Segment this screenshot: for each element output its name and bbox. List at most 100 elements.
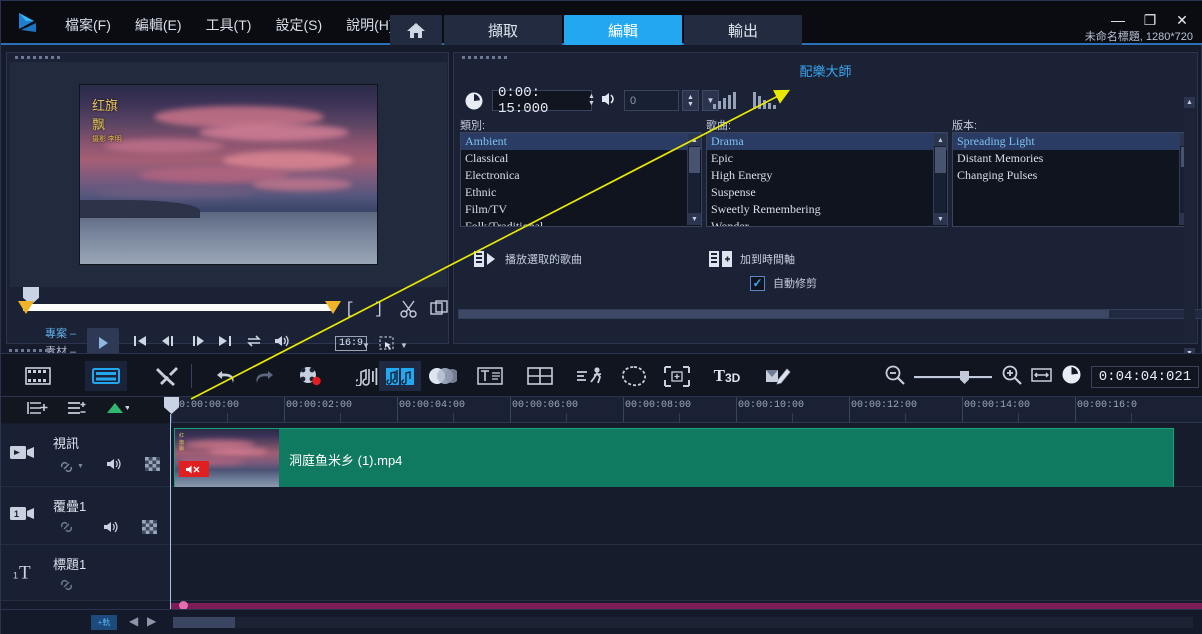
scrollbar-thumb[interactable] (935, 147, 946, 173)
list-item[interactable]: Film/TV (461, 201, 701, 218)
media-panel-grip[interactable] (462, 56, 507, 59)
list-item[interactable]: Classical (461, 150, 701, 167)
zoom-in-button[interactable] (1001, 364, 1022, 390)
trim-out-marker[interactable] (325, 301, 341, 314)
scroll-right-button[interactable]: ▶ (147, 614, 156, 628)
track-header[interactable]: 1 T 標題1 (1, 545, 171, 600)
track-body[interactable] (171, 545, 1202, 600)
tools-button[interactable] (146, 361, 188, 391)
preview-stage[interactable]: 红旗 飘 摄影 李明 (10, 62, 447, 287)
transitions-button[interactable] (421, 361, 463, 391)
fade-out-icon[interactable] (752, 91, 778, 114)
add-remove-track-button[interactable] (67, 400, 87, 421)
volume-field[interactable]: 0 (624, 90, 679, 111)
multi-trim-button[interactable] (519, 361, 561, 391)
region-chevron-down-icon[interactable]: ▼ (400, 341, 408, 350)
menu-edit[interactable]: 編輯(E) (126, 13, 191, 37)
media-panel-vertical-scrollbar[interactable]: ▲ ▼ (1184, 97, 1195, 359)
project-duration-clock-button[interactable] (1061, 364, 1082, 390)
record-capture-button[interactable] (289, 361, 331, 391)
list-item[interactable]: Epic (707, 150, 947, 167)
play-selected-song-button[interactable]: 播放選取的歌曲 (474, 249, 582, 269)
tab-capture[interactable]: 擷取 (444, 15, 562, 45)
toolbar-grip[interactable] (9, 349, 54, 352)
list-item[interactable]: Distant Memories (953, 150, 1193, 167)
song-listbox[interactable]: Drama Epic High Energy Suspense Sweetly … (706, 132, 948, 227)
preview-panel-grip[interactable] (15, 56, 60, 59)
tab-home[interactable] (390, 15, 442, 45)
timeline-view-button[interactable] (85, 361, 127, 391)
list-item[interactable]: Ambient (461, 133, 701, 150)
link-icon[interactable] (59, 520, 74, 539)
media-horizontal-scrollbar[interactable] (458, 309, 1202, 319)
track-header[interactable]: 1 覆疊1 (1, 487, 171, 544)
list-item[interactable]: Suspense (707, 184, 947, 201)
list-item[interactable]: Drama (707, 133, 947, 150)
track-header[interactable]: 視訊 ▼ (1, 424, 171, 486)
scroll-up-icon[interactable]: ▲ (934, 134, 947, 146)
music-master-button[interactable] (379, 361, 421, 391)
track-volume-icon[interactable] (106, 457, 123, 476)
mark-out-button[interactable]: ] (374, 300, 384, 318)
media-volume-icon[interactable] (600, 90, 618, 113)
preview-trim-bar[interactable] (23, 304, 333, 311)
song-scrollbar[interactable]: ▲ ▼ (933, 134, 947, 225)
aspect-chevron-down-icon[interactable]: ▼ (362, 341, 370, 350)
paint-creator-button[interactable] (757, 361, 799, 391)
menu-tools[interactable]: 工具(T) (197, 13, 261, 37)
motion-tracking-button[interactable] (569, 361, 611, 391)
link-icon[interactable]: ▼ (59, 460, 84, 474)
menu-file[interactable]: 檔案(F) (56, 13, 120, 37)
zoom-slider-knob[interactable] (960, 371, 969, 384)
timeline-ruler[interactable]: 00:00:00:00 00:00:02:00 00:00:04:00 00:0… (171, 397, 1202, 423)
timeline-clip[interactable]: 红旗飘 洞庭鱼米乡 (1).mp4 (174, 428, 1174, 490)
track-manager-button[interactable] (27, 400, 49, 421)
preview-tab-project[interactable]: 專案 – (45, 325, 76, 341)
snapshot-icon[interactable] (429, 299, 449, 324)
mask-creator-button[interactable] (613, 361, 655, 391)
volume-stepper[interactable]: ▲ ▼ (682, 90, 699, 111)
list-item[interactable]: Wonder (707, 218, 947, 226)
track-body[interactable] (171, 487, 1202, 544)
step-forward-button[interactable] (189, 334, 207, 353)
project-timecode[interactable]: 0:04:04:021 (1091, 366, 1199, 388)
tab-edit[interactable]: 編輯 (564, 15, 682, 45)
list-item[interactable]: Changing Pulses (953, 167, 1193, 184)
list-item[interactable]: Ethnic (461, 184, 701, 201)
list-item[interactable]: Spreading Light (953, 133, 1193, 150)
preview-volume-button[interactable] (273, 334, 291, 353)
checker-icon[interactable] (144, 457, 160, 476)
jump-start-button[interactable] (132, 334, 148, 353)
add-track-button[interactable]: +軌 (91, 615, 117, 630)
redo-button[interactable] (242, 361, 284, 391)
mute-badge-icon[interactable] (179, 461, 209, 477)
link-icon[interactable] (59, 578, 74, 597)
scrollbar-thumb[interactable] (173, 617, 235, 628)
title-editor-button[interactable] (469, 361, 511, 391)
storyboard-view-button[interactable] (17, 361, 59, 391)
step-back-button[interactable] (160, 334, 178, 353)
list-item[interactable]: High Energy (707, 167, 947, 184)
category-listbox[interactable]: Ambient Classical Electronica Ethnic Fil… (460, 132, 702, 227)
track-volume-icon[interactable] (103, 520, 120, 539)
fit-project-button[interactable] (1031, 366, 1052, 389)
version-listbox[interactable]: Spreading Light Distant Memories Changin… (952, 132, 1194, 227)
cut-scissors-icon[interactable] (399, 299, 419, 324)
track-visibility-button[interactable] (105, 401, 130, 420)
jump-end-button[interactable] (217, 334, 233, 353)
scroll-up-icon[interactable]: ▲ (1184, 97, 1195, 108)
scroll-down-icon[interactable]: ▼ (934, 213, 947, 225)
add-to-timeline-button[interactable]: 加到時間軸 (709, 249, 795, 269)
timeline-horizontal-scrollbar[interactable] (173, 617, 1193, 628)
menu-settings[interactable]: 設定(S) (266, 13, 331, 37)
checker-icon[interactable] (142, 520, 157, 539)
scroll-down-icon[interactable]: ▼ (688, 213, 701, 225)
auto-trim-row[interactable]: ✓ 自動修剪 (750, 275, 817, 291)
duration-stepper[interactable]: ▲ ▼ (588, 93, 595, 107)
category-scrollbar[interactable]: ▲ ▼ (687, 134, 701, 225)
freeze-frame-button[interactable] (656, 361, 698, 391)
tab-output[interactable]: 輸出 (684, 15, 802, 45)
auto-trim-checkbox[interactable]: ✓ (750, 275, 765, 291)
scrollbar-thumb[interactable] (689, 147, 700, 173)
mark-in-button[interactable]: [ (345, 300, 355, 318)
